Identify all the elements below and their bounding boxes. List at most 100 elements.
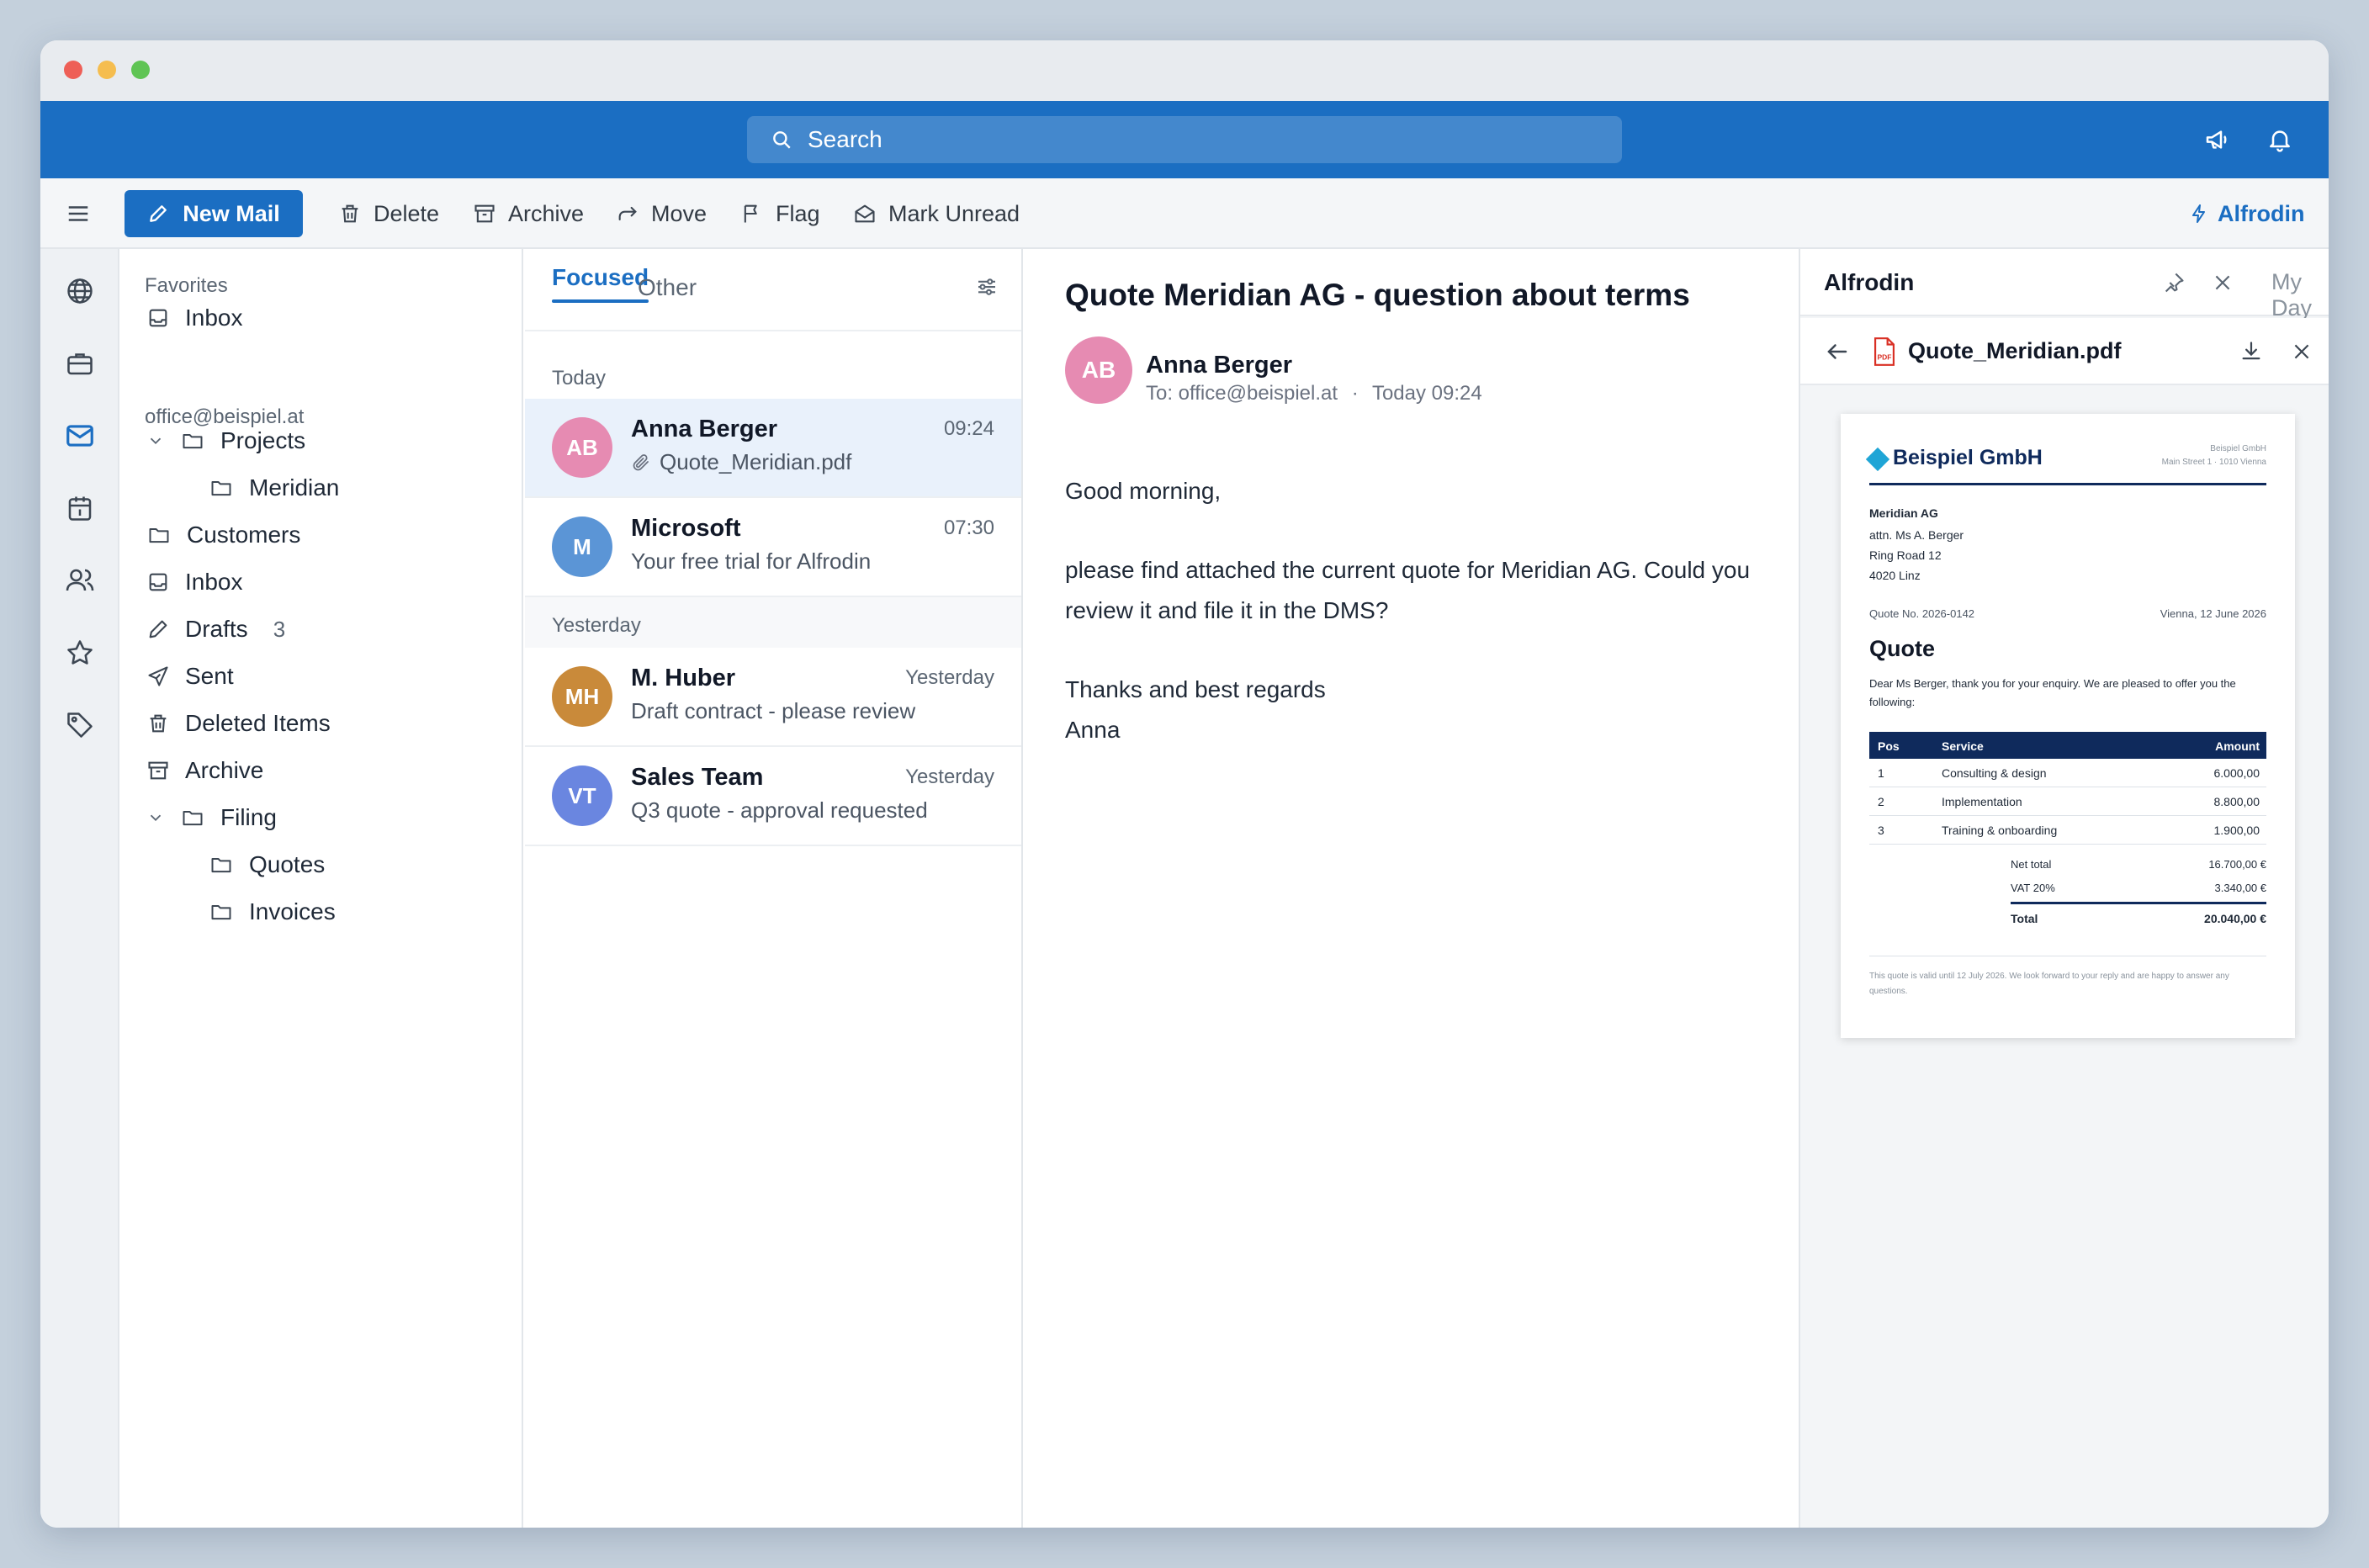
alfrodin-pane: Alfrodin My Day PDF Quote_Meridian.pdf B…: [1799, 249, 2329, 1528]
file-name: Quote_Meridian.pdf: [1908, 338, 2122, 363]
row-amount: 6.000,00: [2213, 766, 2260, 780]
flag-button[interactable]: Flag: [740, 178, 820, 249]
flag-icon: [740, 202, 764, 225]
close-icon[interactable]: [2206, 266, 2239, 299]
minimize-window-button[interactable]: [98, 61, 116, 79]
pdf-preview[interactable]: Beispiel GmbH Beispiel GmbH Main Street …: [1841, 414, 2295, 1038]
folder-customers[interactable]: Customers: [146, 516, 300, 554]
folder-invoices[interactable]: Invoices: [209, 893, 336, 930]
tag-icon[interactable]: [61, 707, 98, 744]
window-titlebar: [40, 40, 2329, 101]
email-paragraph: please find attached the current quote f…: [1065, 557, 1751, 623]
folder-inbox[interactable]: Inbox: [146, 564, 243, 601]
sender-meta: To: office@beispiel.at · Today 09:24: [1146, 382, 1482, 405]
hamburger-menu-icon[interactable]: [66, 178, 91, 249]
tab-label: Other: [638, 274, 697, 300]
briefcase-icon[interactable]: [61, 345, 98, 382]
message-item[interactable]: VT Sales Team Yesterday Q3 quote - appro…: [525, 747, 1021, 846]
folder-archive[interactable]: Archive: [146, 752, 263, 789]
folder-projects[interactable]: Projects: [146, 422, 305, 459]
tab-focused[interactable]: Focused: [552, 264, 649, 303]
folder-label: Invoices: [249, 898, 336, 924]
search-placeholder: Search: [808, 126, 882, 152]
meta-separator: ·: [1351, 382, 1359, 405]
group-yesterday-label: Yesterday: [552, 614, 641, 637]
total-rule: [2011, 902, 2266, 904]
mark-unread-button[interactable]: Mark Unread: [853, 178, 1020, 249]
recipient-line: Ring Road 12: [1869, 548, 1942, 562]
folder-favorites-inbox[interactable]: Inbox: [146, 299, 243, 336]
avatar: M: [552, 516, 612, 577]
net-total-label: Net total: [2011, 858, 2052, 871]
tab-other[interactable]: Other: [638, 274, 697, 301]
company-name-small: Beispiel GmbH: [2210, 444, 2266, 453]
search-icon: [771, 129, 792, 151]
message-subject: Draft contract - please review: [631, 698, 916, 723]
folder-label: Inbox: [185, 305, 243, 331]
search-box[interactable]: Search: [747, 116, 1622, 163]
header-pos: Pos: [1878, 739, 1900, 753]
globe-icon[interactable]: [61, 273, 98, 310]
avatar: VT: [552, 765, 612, 826]
header-amount: Amount: [2215, 739, 2260, 753]
folder-sent[interactable]: Sent: [146, 658, 234, 695]
people-icon[interactable]: [61, 562, 98, 599]
folder-icon: [146, 523, 172, 547]
star-icon[interactable]: [61, 634, 98, 671]
table-row: 3 Training & onboarding 1.900,00: [1869, 816, 2266, 845]
folder-deleted-items[interactable]: Deleted Items: [146, 705, 331, 742]
maximize-window-button[interactable]: [131, 61, 150, 79]
megaphone-icon[interactable]: [2199, 121, 2236, 158]
document-intro: Dear Ms Berger, thank you for your enqui…: [1869, 677, 2236, 708]
close-window-button[interactable]: [64, 61, 82, 79]
quote-table: Pos Service Amount 1 Consulting & design…: [1869, 732, 2266, 845]
group-today-label: Today: [552, 367, 607, 389]
message-item-selected[interactable]: AB Anna Berger 09:24 Quote_Meridian.pdf: [525, 399, 1021, 498]
app-window: Search New Mail Delete Archive Move Flag…: [40, 40, 2329, 1528]
close-icon[interactable]: [2285, 335, 2319, 368]
avatar: AB: [552, 417, 612, 478]
inbox-tray-icon: [146, 306, 170, 330]
archive-icon: [473, 202, 496, 225]
header-service: Service: [1942, 739, 1984, 753]
row-amount: 1.900,00: [2213, 824, 2260, 837]
subject-text: Quote_Meridian.pdf: [660, 449, 852, 474]
table-row: 2 Implementation 8.800,00: [1869, 787, 2266, 816]
folder-label: Customers: [187, 522, 301, 548]
folder-icon: [209, 900, 234, 924]
pin-icon[interactable]: [2157, 266, 2191, 299]
folder-quotes[interactable]: Quotes: [209, 846, 325, 883]
reading-pane: Quote Meridian AG - question about terms…: [1025, 249, 1799, 1528]
message-subject: Your free trial for Alfrodin: [631, 548, 872, 574]
my-day-tab[interactable]: My Day: [2271, 269, 2329, 321]
trash-icon: [146, 712, 170, 735]
message-sender: M. Huber: [631, 665, 736, 691]
tab-underline: [552, 299, 649, 303]
new-mail-button[interactable]: New Mail: [125, 190, 303, 237]
pdf-badge-text: PDF: [1878, 353, 1892, 362]
filter-sliders-icon[interactable]: [974, 274, 999, 299]
folder-filing[interactable]: Filing: [146, 799, 277, 836]
alfrodin-button[interactable]: Alfrodin: [2189, 178, 2304, 249]
download-icon[interactable]: [2234, 335, 2268, 368]
row-amount: 8.800,00: [2213, 795, 2260, 808]
folder-meridian[interactable]: Meridian: [209, 469, 339, 506]
delete-button[interactable]: Delete: [338, 178, 439, 249]
bell-icon[interactable]: [2261, 121, 2298, 158]
folder-drafts[interactable]: Drafts 3: [146, 611, 285, 648]
folder-label: Projects: [220, 427, 306, 453]
chevron-down-icon: [146, 432, 165, 450]
back-arrow-icon[interactable]: [1820, 335, 1854, 368]
message-item[interactable]: M Microsoft 07:30 Your free trial for Al…: [525, 498, 1021, 597]
calendar-icon[interactable]: [61, 490, 98, 527]
company-logo-diamond: [1865, 447, 1890, 472]
move-button[interactable]: Move: [616, 178, 707, 249]
folder-label: Drafts: [185, 616, 248, 642]
message-item[interactable]: MH M. Huber Yesterday Draft contract - p…: [525, 648, 1021, 747]
mail-icon[interactable]: [61, 417, 98, 454]
app-rail: [40, 249, 119, 1528]
paperclip-icon: [631, 453, 651, 473]
sender-name[interactable]: Anna Berger: [1146, 352, 1292, 379]
archive-button[interactable]: Archive: [473, 178, 584, 249]
sender-avatar: AB: [1065, 336, 1132, 404]
